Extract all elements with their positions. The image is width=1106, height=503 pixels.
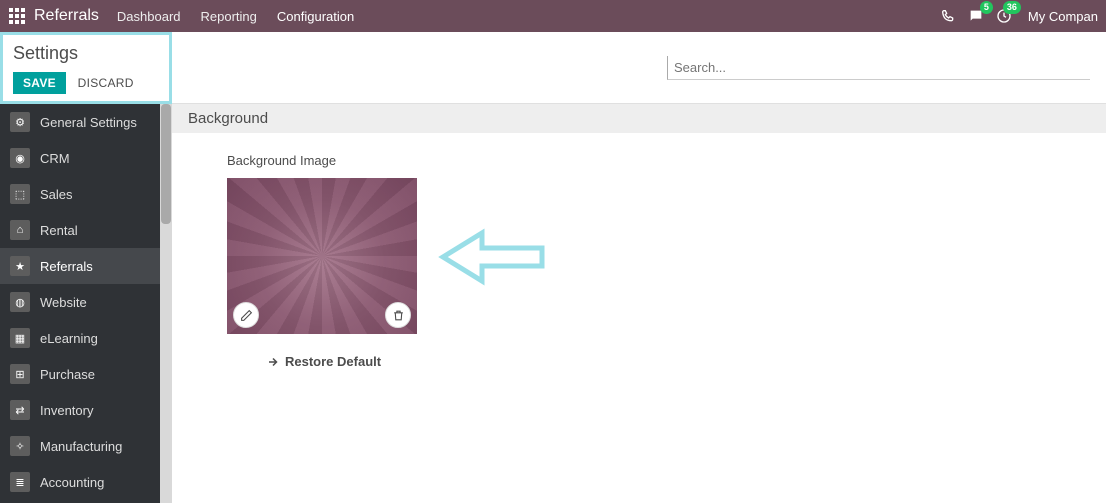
search-input[interactable] <box>667 56 1090 80</box>
sidebar-item-general-settings[interactable]: ⚙ General Settings <box>0 104 160 140</box>
sidebar-item-manufacturing[interactable]: ✧ Manufacturing <box>0 428 160 464</box>
discard-button[interactable]: DISCARD <box>70 72 142 94</box>
activities-badge: 36 <box>1003 1 1021 14</box>
apps-icon[interactable] <box>8 7 26 25</box>
company-switcher[interactable]: My Compan <box>1028 9 1098 24</box>
rental-icon: ⌂ <box>10 220 30 240</box>
purchase-icon: ⊞ <box>10 364 30 384</box>
sidebar-item-purchase[interactable]: ⊞ Purchase <box>0 356 160 392</box>
sidebar-item-label: Sales <box>40 187 73 202</box>
settings-sidebar: ⚙ General Settings ◉ CRM ⬚ Sales ⌂ Rental ★ Refer… <box>0 104 172 503</box>
control-panel: Settings SAVE DISCARD <box>0 32 1106 104</box>
sidebar-item-elearning[interactable]: ▦ eLearning <box>0 320 160 356</box>
top-navbar: Referrals Dashboard Reporting Configurat… <box>0 0 1106 32</box>
general-settings-icon: ⚙ <box>10 112 30 132</box>
sidebar-item-label: Purchase <box>40 367 95 382</box>
sidebar-item-accounting[interactable]: ≣ Accounting <box>0 464 160 500</box>
phone-icon[interactable] <box>940 8 956 24</box>
sidebar-item-label: Rental <box>40 223 78 238</box>
nav-dashboard[interactable]: Dashboard <box>117 9 181 24</box>
sidebar-item-inventory[interactable]: ⇄ Inventory <box>0 392 160 428</box>
accounting-icon: ≣ <box>10 472 30 492</box>
delete-image-button[interactable] <box>385 302 411 328</box>
sidebar-item-label: Inventory <box>40 403 93 418</box>
page-title: Settings <box>13 43 159 64</box>
annotation-arrow-icon <box>437 227 547 290</box>
activities-icon[interactable]: 36 <box>996 8 1012 24</box>
sidebar-item-website[interactable]: ◍ Website <box>0 284 160 320</box>
sidebar-item-referrals[interactable]: ★ Referrals <box>0 248 160 284</box>
nav-reporting[interactable]: Reporting <box>201 9 257 24</box>
sidebar-item-rental[interactable]: ⌂ Rental <box>0 212 160 248</box>
background-image-preview[interactable] <box>227 178 417 334</box>
edit-image-button[interactable] <box>233 302 259 328</box>
settings-content: Background Background Image Restore Defa… <box>172 104 1106 503</box>
website-icon: ◍ <box>10 292 30 312</box>
elearning-icon: ▦ <box>10 328 30 348</box>
sidebar-scrollbar[interactable] <box>160 104 172 503</box>
inventory-icon: ⇄ <box>10 400 30 420</box>
nav-configuration[interactable]: Configuration <box>277 9 354 24</box>
messages-icon[interactable]: 5 <box>968 8 984 24</box>
manufacturing-icon: ✧ <box>10 436 30 456</box>
sidebar-item-label: CRM <box>40 151 70 166</box>
crm-icon: ◉ <box>10 148 30 168</box>
field-label-background-image: Background Image <box>227 153 1051 168</box>
sidebar-scroll-thumb[interactable] <box>161 104 171 224</box>
app-title[interactable]: Referrals <box>34 7 99 25</box>
sidebar-item-sales[interactable]: ⬚ Sales <box>0 176 160 212</box>
sidebar-item-label: Website <box>40 295 87 310</box>
sidebar-item-label: Manufacturing <box>40 439 122 454</box>
sidebar-item-label: Referrals <box>40 259 93 274</box>
section-header-background: Background <box>172 104 1106 133</box>
sidebar-item-label: Accounting <box>40 475 104 490</box>
save-button[interactable]: SAVE <box>13 72 66 94</box>
settings-head-highlight: Settings SAVE DISCARD <box>0 32 172 104</box>
sidebar-item-crm[interactable]: ◉ CRM <box>0 140 160 176</box>
restore-default-label: Restore Default <box>285 354 381 369</box>
restore-default-link[interactable]: Restore Default <box>267 354 381 369</box>
sales-icon: ⬚ <box>10 184 30 204</box>
arrow-right-icon <box>267 356 279 368</box>
messages-badge: 5 <box>980 1 993 14</box>
sidebar-item-label: General Settings <box>40 115 137 130</box>
referrals-icon: ★ <box>10 256 30 276</box>
sidebar-item-label: eLearning <box>40 331 98 346</box>
